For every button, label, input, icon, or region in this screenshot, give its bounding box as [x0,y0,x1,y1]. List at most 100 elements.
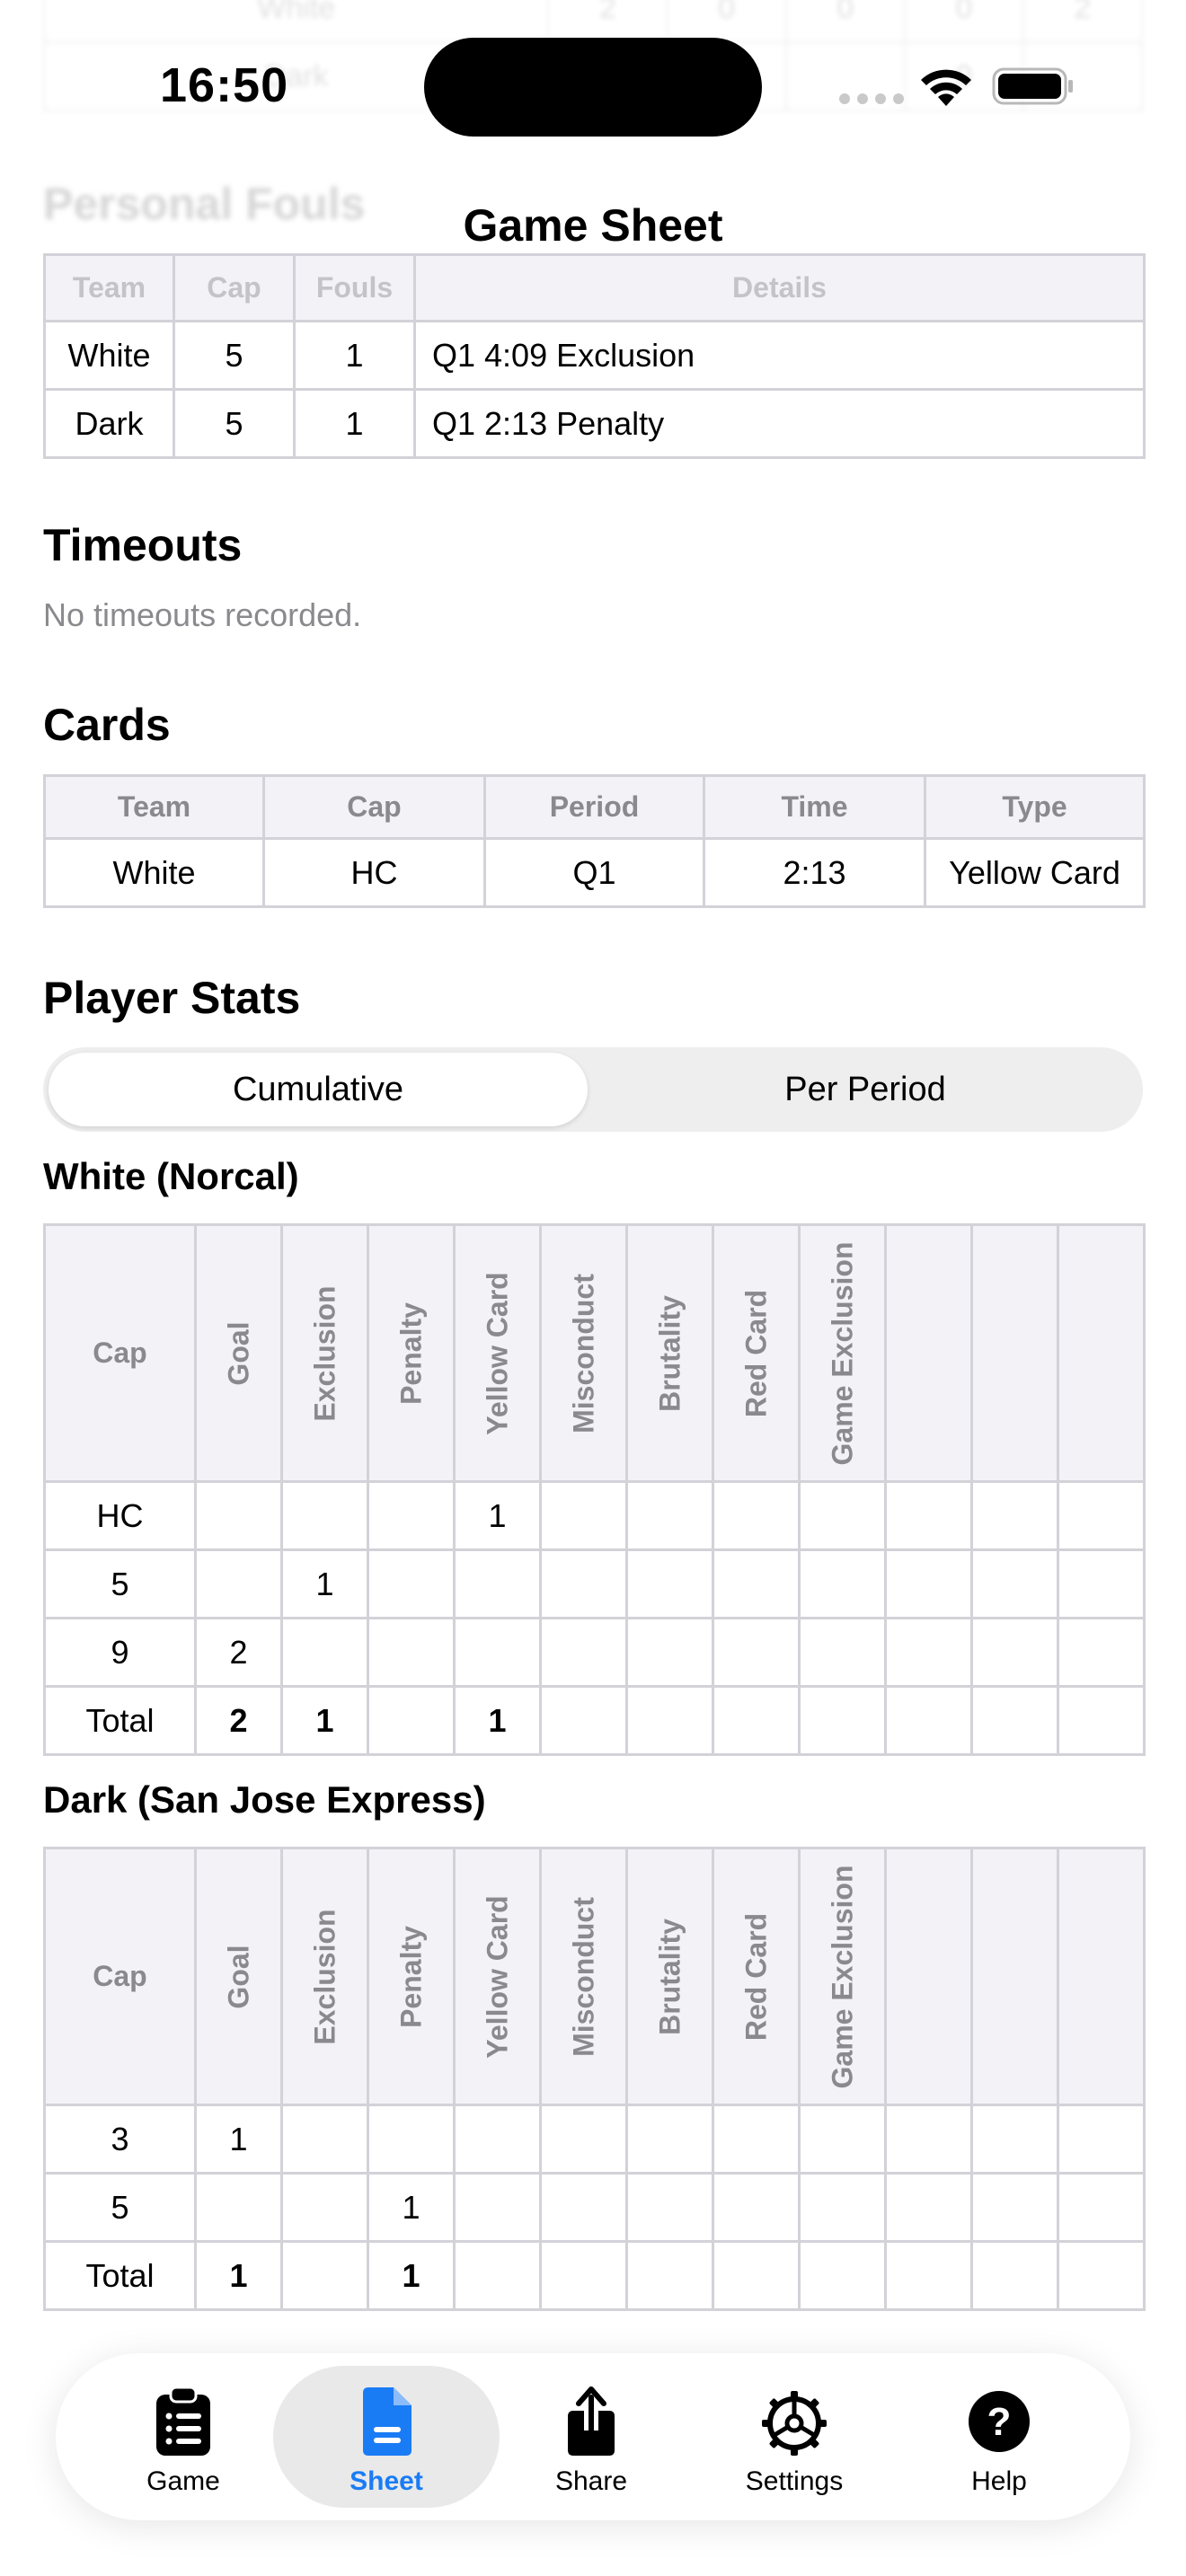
table-cell [280,2172,369,2243]
player-stats-table-white: Cap Goal Exclusion Penalty Yellow Card Miscon… [43,1223,1146,1756]
table-cell [884,2240,973,2311]
wifi-icon [921,69,971,106]
table-cell [712,2240,801,2311]
team-title-dark: Dark (San Jose Express) [43,1778,486,1821]
table-row: 92 [43,1617,1146,1688]
table-row: White 5 1 Q1 4:09 Exclusion [43,320,1146,391]
table-cell [712,1480,801,1551]
player-stats-table-dark: Cap Goal Exclusion Penalty Yellow Card Miscon… [43,1847,1146,2311]
tab-label: Share [554,2466,628,2496]
status-bar: 16:50 [0,0,1186,171]
table-header-row: Team Cap Fouls Details [43,253,1146,322]
column-header-blank [1057,1223,1146,1483]
table-cell [367,1617,456,1688]
column-header-misconduct: Misconduct [539,1847,628,2106]
table-cell [453,1548,542,1619]
table-cell [798,1685,887,1756]
table-row: 51 [43,1548,1146,1619]
table-cell [970,2104,1059,2175]
column-header-goal: Goal [194,1223,283,1483]
column-header: Team [43,253,175,322]
tab-share[interactable]: Share [478,2366,704,2508]
column-header: Type [924,774,1146,840]
table-cell: 1 [453,1685,542,1756]
table-cell: 1 [367,2172,456,2243]
table-cell [1057,1617,1146,1688]
table-cell [539,1480,628,1551]
column-header-red-card: Red Card [712,1847,801,2106]
column-header-goal: Goal [194,1847,283,2106]
table-cell [884,2104,973,2175]
table-cell [280,1617,369,1688]
table-header-row: Cap Goal Exclusion Penalty Yellow Card Miscon… [43,1223,1146,1483]
column-header-label: Yellow Card [481,1271,513,1435]
table-cell [970,1617,1059,1688]
tab-help[interactable]: ? Help [886,2366,1112,2508]
table-cell: 5 [43,1548,197,1619]
column-header-red-card: Red Card [712,1223,801,1483]
table-cell [539,1685,628,1756]
tab-label: Help [971,2466,1027,2496]
column-header-label: Exclusion [308,1284,341,1422]
table-cell [539,2240,628,2311]
timeouts-empty-text: No timeouts recorded. [43,596,362,633]
stats-mode-segmented-control[interactable]: Cumulative Per Period [43,1047,1143,1132]
column-header: Details [413,253,1146,322]
tab-settings[interactable]: Settings [681,2366,907,2508]
table-cell: 1 [293,320,416,391]
table-row: Dark 5 1 Q1 2:13 Penalty [43,388,1146,459]
tab-label: Settings [745,2466,844,2496]
column-header-label: Brutality [653,1294,686,1412]
column-header-label: Exclusion [308,1908,341,2045]
table-cell [625,2240,714,2311]
table-cell: Total [43,2240,197,2311]
table-cell [1057,1480,1146,1551]
segment-per-period[interactable]: Per Period [593,1053,1137,1126]
table-cell [798,2104,887,2175]
table-cell [194,1480,283,1551]
table-cell [280,1480,369,1551]
tab-game[interactable]: Game [70,2366,296,2508]
table-cell [453,1617,542,1688]
table-cell: 3 [43,2104,197,2175]
column-header-label: Brutality [653,1918,686,2035]
table-cell [798,1480,887,1551]
column-header-brutality: Brutality [625,1847,714,2106]
table-cell: 1 [453,1480,542,1551]
table-cell [367,1548,456,1619]
column-header-exclusion: Exclusion [280,1223,369,1483]
table-cell: Dark [43,388,175,459]
gear-icon [762,2391,827,2456]
table-cell: 5 [173,388,296,459]
column-header-label: Goal [222,1944,254,2009]
table-cell [625,1548,714,1619]
table-total-row: Total 1 1 [43,2240,1146,2311]
table-cell [712,1617,801,1688]
column-header-blank [970,1223,1059,1483]
table-cell [539,2104,628,2175]
tab-label: Game [146,2466,220,2496]
svg-text:?: ? [987,2400,1012,2444]
table-cell: White [43,837,265,908]
table-cell [1057,2240,1146,2311]
table-cell [884,2172,973,2243]
tab-label: Sheet [350,2466,423,2496]
table-cell: Yellow Card [924,837,1146,908]
column-header: Cap [262,774,486,840]
table-row: HC 1 [43,1480,1146,1551]
segment-cumulative[interactable]: Cumulative [49,1053,588,1126]
cellular-signal-icon [839,93,904,104]
table-cell [970,1548,1059,1619]
column-header: Team [43,774,265,840]
table-cell [1057,2172,1146,2243]
table-cell: Q1 2:13 Penalty [413,388,1146,459]
table-cell: 2 [194,1617,283,1688]
table-cell [625,1617,714,1688]
table-cell: Q1 4:09 Exclusion [413,320,1146,391]
table-cell [1057,1685,1146,1756]
tab-sheet[interactable]: Sheet [273,2366,500,2508]
table-cell [970,2240,1059,2311]
cards-title: Cards [43,700,171,750]
table-cell: 1 [280,1548,369,1619]
table-cell: 1 [293,388,416,459]
